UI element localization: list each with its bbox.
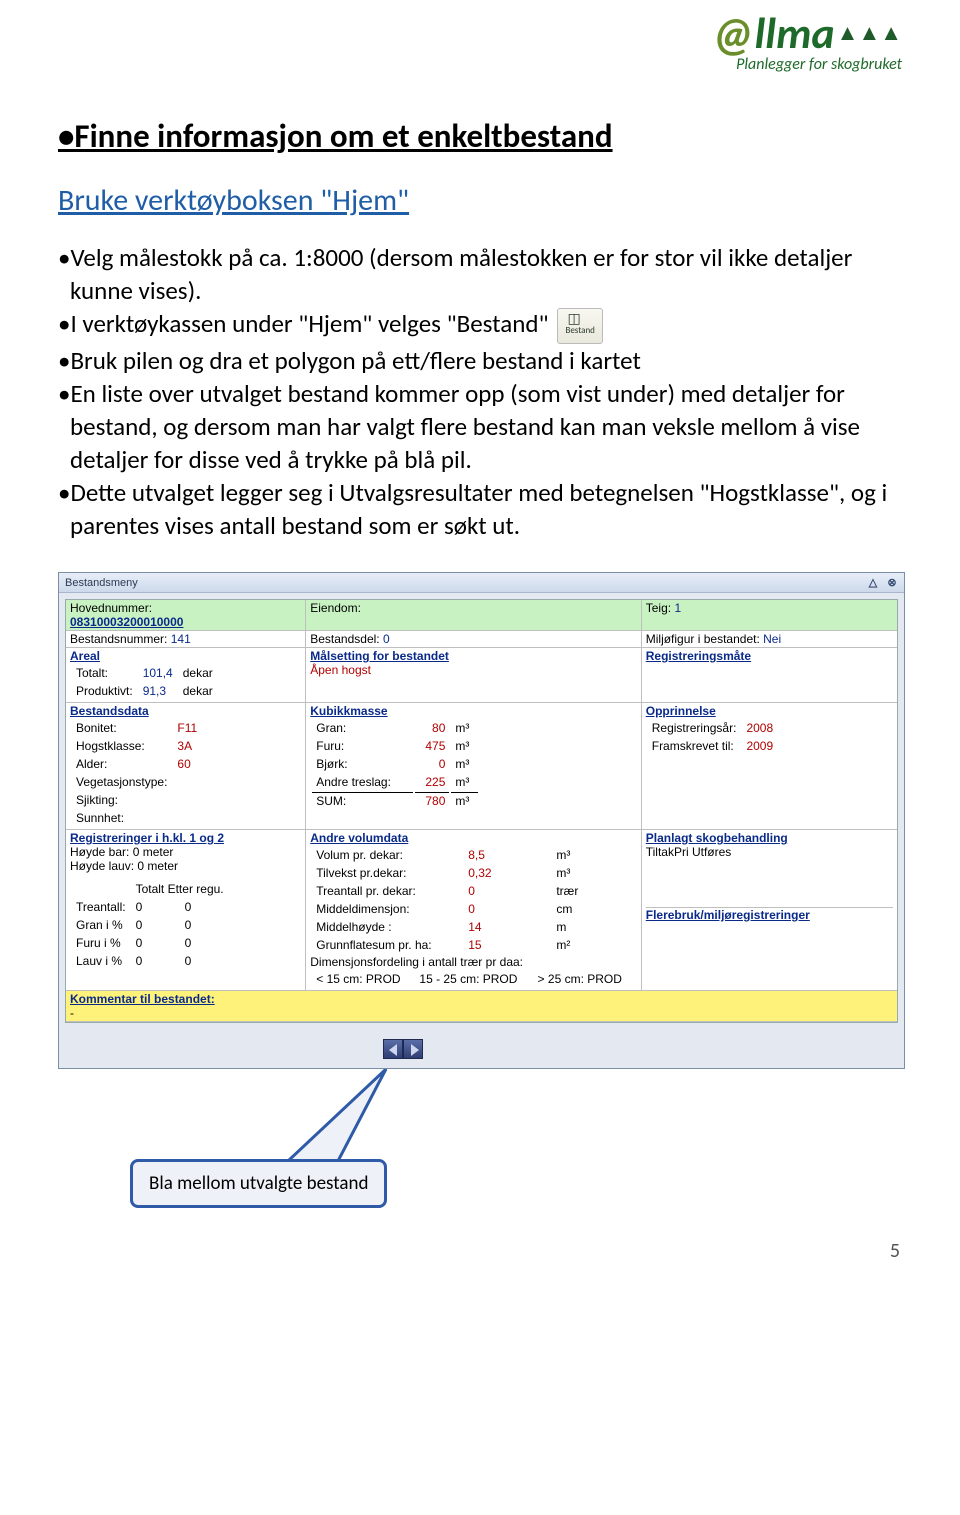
minimize-icon[interactable]: △ (865, 576, 881, 589)
logo-at-icon: @ (711, 12, 754, 55)
nav-arrows (383, 1039, 898, 1062)
window-titlebar: Bestandsmeny △ ⊗ (59, 573, 904, 593)
bullet-item: •Dette utvalget legger seg i Utvalgsresu… (58, 476, 902, 542)
next-arrow-button[interactable] (403, 1039, 423, 1059)
malsetting-value: Åpen hogst (310, 663, 637, 677)
logo-subtitle: Planlegger for skogbruket (711, 55, 902, 74)
page-title: •Finne informasjon om et enkeltbestand (58, 116, 902, 156)
eiendom-label: Eiendom: (306, 600, 642, 631)
bullet-item: •Bruk pilen og dra et polygon på ett/fle… (58, 344, 902, 377)
areal-header: Areal (70, 649, 301, 663)
callout-text: Bla mellom utvalgte bestand (149, 1172, 368, 1195)
bullet-item: •Velg målestokk på ca. 1:8000 (dersom må… (58, 241, 902, 307)
window-bestandsmeny: Bestandsmeny △ ⊗ Hovednummer: 0831000320… (58, 572, 905, 1069)
flerebruk-header: Flerebruk/miljøregistreringer (646, 908, 893, 922)
prev-arrow-button[interactable] (383, 1039, 403, 1059)
bullet-item: •I verktøykassen under "Hjem" velges "Be… (58, 307, 902, 344)
andrevolum-header: Andre volumdata (310, 831, 637, 845)
bullet-item: •En liste over utvalget bestand kommer o… (58, 377, 902, 476)
callout-box: Bla mellom utvalgte bestand (130, 1159, 387, 1208)
opprinnelse-header: Opprinnelse (646, 704, 893, 718)
hovednummer-value[interactable]: 08310003200010000 (70, 615, 301, 629)
kommentar-header: Kommentar til bestandet: (70, 992, 215, 1006)
page-subtitle: Bruke verktøyboksen "Hjem" (58, 182, 902, 219)
embedded-screenshot: Bestandsmeny △ ⊗ Hovednummer: 0831000320… (58, 572, 905, 1239)
close-icon[interactable]: ⊗ (884, 576, 900, 589)
page-number: 5 (890, 1239, 900, 1263)
window-title: Bestandsmeny (65, 577, 138, 589)
trees-icon: ▲▲▲ (837, 23, 902, 45)
registreringer-header: Registreringer i h.kl. 1 og 2 (70, 831, 301, 845)
bullet-list: •Velg målestokk på ca. 1:8000 (dersom må… (58, 241, 902, 542)
bestandsdata-header: Bestandsdata (70, 704, 301, 718)
bestand-tool-icon: ◫Bestand (557, 308, 603, 344)
teig-cell: Teig: 1 (641, 600, 897, 631)
kubikkmasse-header: Kubikkmasse (310, 704, 637, 718)
logo-text: llma (754, 14, 834, 54)
hovednummer-label: Hovednummer: (70, 601, 301, 615)
callout-tail-icon (268, 1069, 408, 1169)
malsetting-header: Målsetting for bestandet (310, 649, 637, 663)
logo: @ llma ▲▲▲ Planlegger for skogbruket (711, 12, 902, 74)
planlagt-header: Planlagt skogbehandling (646, 831, 893, 845)
registreringsmate-header: Registreringsmåte (646, 649, 893, 663)
